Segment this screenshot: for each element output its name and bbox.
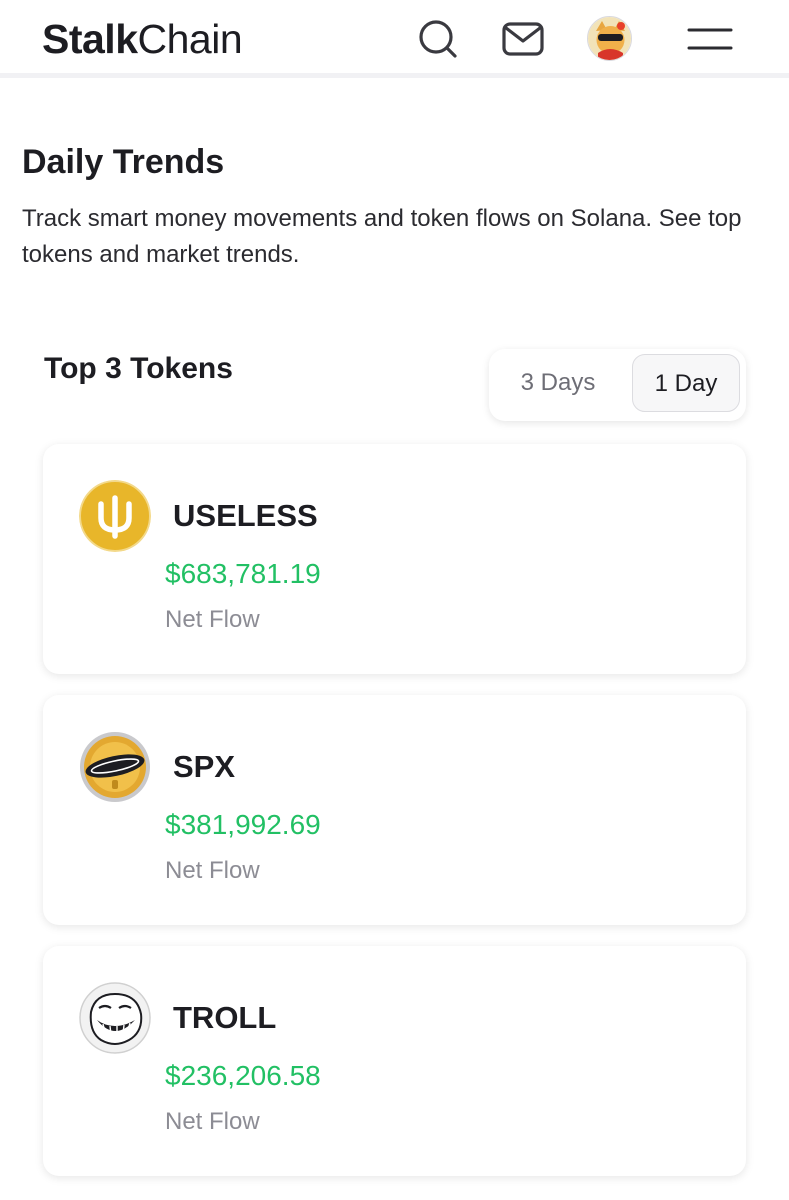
token-net-flow-value: $236,206.58 — [165, 1060, 321, 1091]
token-card-spx[interactable]: SPX $381,992.69 Net Flow — [43, 695, 746, 925]
mail-icon[interactable] — [500, 19, 546, 59]
range-option-1-day[interactable]: 1 Day — [632, 354, 740, 412]
range-option-3-days[interactable]: 3 Days — [497, 354, 619, 412]
token-name: TROLL — [173, 1000, 277, 1035]
top-nav-bar: StalkChain — [0, 0, 789, 78]
token-net-flow-label: Net Flow — [165, 606, 260, 633]
token-name: USELESS — [173, 498, 318, 533]
token-card-useless[interactable]: USELESS $683,781.19 Net Flow — [43, 444, 746, 674]
page-title: Daily Trends — [22, 143, 225, 181]
logo-bold-text: Stalk — [42, 16, 138, 62]
token-net-flow-label: Net Flow — [165, 1108, 260, 1135]
page-description: Track smart money movements and token fl… — [22, 205, 742, 268]
token-card-troll[interactable]: TROLL $236,206.58 Net Flow — [43, 946, 746, 1176]
token-net-flow-value: $683,781.19 — [165, 558, 321, 589]
token-net-flow-value: $381,992.69 — [165, 809, 321, 840]
troll-token-icon — [79, 982, 151, 1054]
cat-avatar-icon — [588, 17, 631, 60]
time-range-toggle: 3 Days 1 Day — [489, 349, 746, 421]
stalkchain-logo[interactable]: StalkChain — [42, 14, 243, 64]
useless-token-icon — [79, 480, 151, 552]
search-icon[interactable] — [416, 17, 460, 61]
user-avatar[interactable] — [587, 16, 632, 61]
menu-icon[interactable] — [687, 25, 733, 53]
top-tokens-heading: Top 3 Tokens — [44, 352, 233, 385]
logo-light-text: Chain — [137, 16, 243, 62]
token-name: SPX — [173, 749, 236, 784]
token-net-flow-label: Net Flow — [165, 857, 260, 884]
spx-token-icon — [79, 731, 151, 803]
